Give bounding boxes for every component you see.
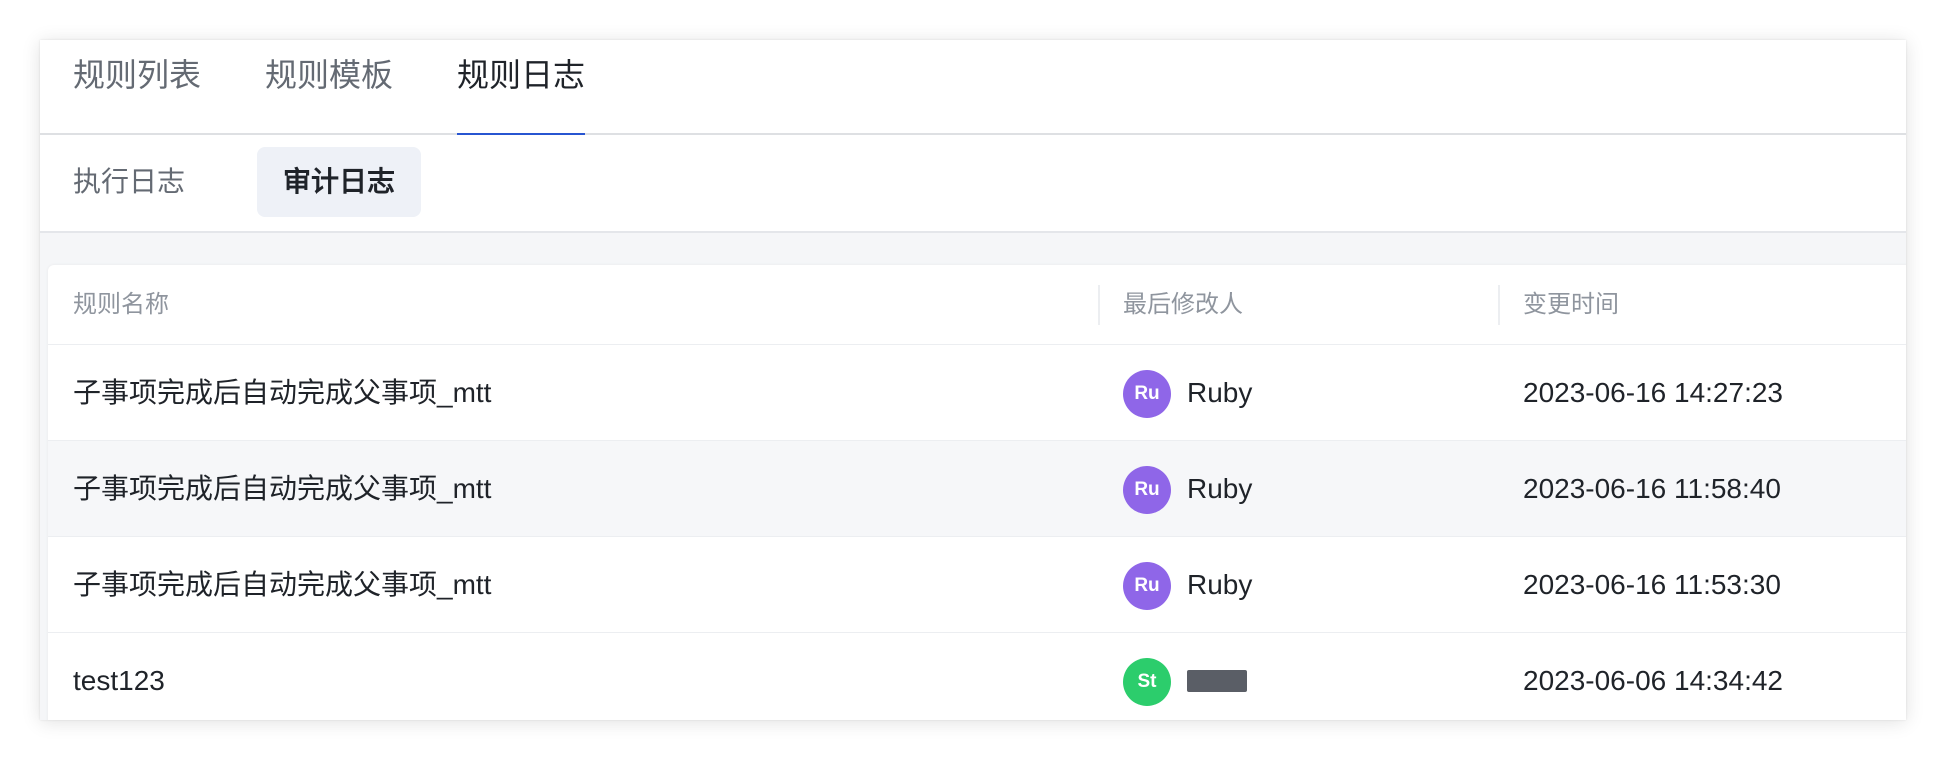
tab-rule-templates[interactable]: 规则模板 bbox=[265, 50, 393, 135]
avatar: Ru bbox=[1123, 370, 1171, 418]
main-tab-bar: 规则列表 规则模板 规则日志 bbox=[40, 40, 1906, 137]
change-time-cell: 2023-06-16 11:58:40 bbox=[1523, 473, 1781, 504]
rule-log-card: 规则列表 规则模板 规则日志 执行日志 审计日志 规则名称 最后修改人 变更时间… bbox=[40, 40, 1906, 720]
tab-rule-log-label: 规则日志 bbox=[457, 57, 586, 93]
table-header: 规则名称 最后修改人 变更时间 bbox=[48, 265, 1906, 345]
tab-rule-templates-label: 规则模板 bbox=[265, 57, 394, 93]
avatar: Ru bbox=[1123, 466, 1171, 514]
avatar: St bbox=[1123, 658, 1171, 706]
column-separator[interactable] bbox=[1098, 285, 1100, 325]
rule-name-cell: 子事项完成后自动完成父事项_mtt bbox=[73, 473, 492, 504]
modifier-name: Ruby bbox=[1187, 377, 1253, 408]
change-time-cell: 2023-06-16 14:27:23 bbox=[1523, 377, 1783, 408]
subtab-audit-log-label: 审计日志 bbox=[283, 166, 396, 197]
column-header-change-time: 变更时间 bbox=[1523, 291, 1619, 318]
audit-log-table: 规则名称 最后修改人 变更时间 子事项完成后自动完成父事项_mtt Ru Rub… bbox=[48, 265, 1906, 720]
subtab-execution-log-label: 执行日志 bbox=[73, 166, 186, 197]
tab-rule-list[interactable]: 规则列表 bbox=[73, 50, 201, 135]
tab-rule-log[interactable]: 规则日志 bbox=[457, 50, 586, 137]
change-time-cell: 2023-06-06 14:34:42 bbox=[1523, 665, 1783, 696]
table-row[interactable]: 子事项完成后自动完成父事项_mtt Ru Ruby 2023-06-16 11:… bbox=[48, 537, 1906, 633]
rule-name-cell: 子事项完成后自动完成父事项_mtt bbox=[73, 569, 492, 600]
subtab-audit-log[interactable]: 审计日志 bbox=[257, 147, 422, 217]
tab-rule-list-label: 规则列表 bbox=[73, 57, 202, 93]
table-row[interactable]: test123 St 2023-06-06 14:34:42 bbox=[48, 633, 1906, 720]
column-separator[interactable] bbox=[1498, 285, 1500, 325]
avatar: Ru bbox=[1123, 562, 1171, 610]
modifier-name: Ruby bbox=[1187, 569, 1253, 600]
column-header-last-modifier: 最后修改人 bbox=[1123, 291, 1243, 318]
rule-name-cell: test123 bbox=[73, 665, 165, 696]
sub-tab-bar: 执行日志 审计日志 bbox=[40, 135, 1906, 233]
table-row[interactable]: 子事项完成后自动完成父事项_mtt Ru Ruby 2023-06-16 14:… bbox=[48, 345, 1906, 441]
table-row[interactable]: 子事项完成后自动完成父事项_mtt Ru Ruby 2023-06-16 11:… bbox=[48, 441, 1906, 537]
rule-name-cell: 子事项完成后自动完成父事项_mtt bbox=[73, 377, 492, 408]
column-header-rule-name: 规则名称 bbox=[73, 291, 169, 318]
subtab-execution-log[interactable]: 执行日志 bbox=[47, 147, 211, 217]
modifier-name: Ruby bbox=[1187, 473, 1253, 504]
modifier-name-redacted bbox=[1187, 670, 1247, 692]
change-time-cell: 2023-06-16 11:53:30 bbox=[1523, 569, 1781, 600]
